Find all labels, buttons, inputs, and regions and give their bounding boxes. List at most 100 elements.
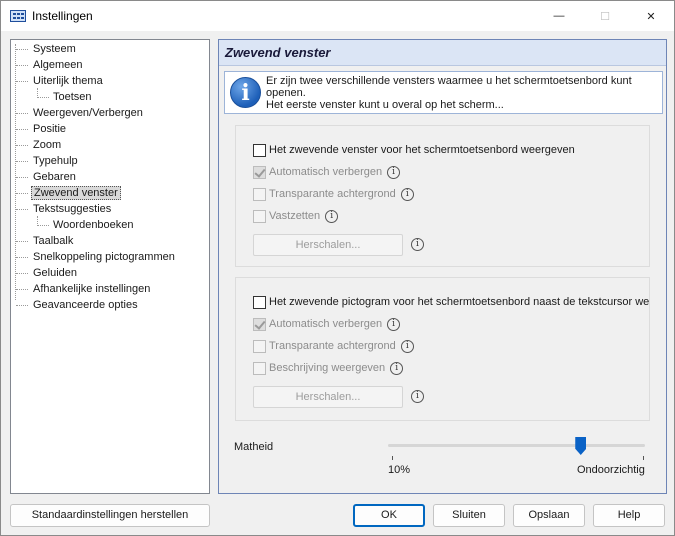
settings-panel: Zwevend venster i Er zijn twee verschill… bbox=[218, 39, 667, 494]
tree-item[interactable]: Snelkoppeling pictogrammen bbox=[11, 250, 207, 265]
save-button[interactable]: Opslaan bbox=[513, 504, 585, 527]
tree-item-label: Weergeven/Verbergen bbox=[33, 107, 143, 119]
tree-connector bbox=[16, 241, 28, 242]
info-hint-icon[interactable]: i bbox=[390, 361, 404, 375]
info-line: openen. bbox=[266, 87, 306, 99]
checkbox-box bbox=[253, 209, 266, 223]
tree-item[interactable]: Typehulp bbox=[11, 154, 207, 169]
tree-item-label: Woordenboeken bbox=[53, 219, 134, 231]
tree-item[interactable]: Gebaren bbox=[11, 170, 207, 185]
ok-button[interactable]: OK bbox=[353, 504, 425, 527]
tree-item-label: Positie bbox=[33, 123, 67, 135]
opacity-label: Matheid bbox=[234, 441, 274, 453]
tree-item[interactable]: Positie bbox=[11, 122, 207, 137]
settings-tree[interactable]: Systeem Algemeen Uiterlijk thema Toetsen Wee… bbox=[10, 39, 210, 494]
tree-item[interactable]: Zoom bbox=[11, 138, 207, 153]
tree-subline bbox=[37, 88, 38, 98]
tree-connector bbox=[16, 161, 28, 162]
tree-connector bbox=[16, 145, 28, 146]
tree-item[interactable]: Zwevend venster bbox=[11, 186, 207, 201]
tree-connector bbox=[16, 305, 28, 306]
tree-connector bbox=[16, 193, 28, 194]
opacity-slider-track[interactable] bbox=[388, 444, 645, 447]
info-hint-icon[interactable]: i bbox=[400, 339, 414, 353]
info-icon: i bbox=[230, 77, 261, 108]
title-bar[interactable]: Instellingen — ☐ ✕ bbox=[1, 1, 674, 31]
info-hint-icon[interactable]: i bbox=[400, 187, 414, 201]
close-icon: ✕ bbox=[646, 10, 656, 23]
info-hint-icon[interactable]: i bbox=[411, 390, 424, 403]
window-title: Instellingen bbox=[32, 9, 93, 23]
opacity-max-label: Ondoorzichtig bbox=[577, 464, 645, 476]
tree-connector bbox=[16, 49, 28, 50]
opacity-slider-thumb[interactable] bbox=[575, 437, 587, 455]
tree-item[interactable]: Toetsen bbox=[11, 90, 207, 105]
tree-connector bbox=[16, 289, 28, 290]
checkbox-box bbox=[253, 339, 266, 353]
tree-item-label: Typehulp bbox=[33, 155, 78, 167]
tree-item-label: Afhankelijke instellingen bbox=[33, 283, 151, 295]
maximize-button: ☐ bbox=[582, 1, 628, 31]
tree-item[interactable]: Taalbalk bbox=[11, 234, 207, 249]
tree-item[interactable]: Systeem bbox=[11, 42, 207, 57]
tree-item[interactable]: Weergeven/Verbergen bbox=[11, 106, 207, 121]
info-hint-icon[interactable]: i bbox=[387, 165, 401, 179]
checkbox-label: Het zwevende venster voor het schermtoet… bbox=[269, 144, 575, 156]
tree-connector bbox=[16, 129, 28, 130]
checkbox-label: Transparante achtergrond bbox=[269, 340, 396, 352]
info-text: Er zijn twee verschillende vensters waar… bbox=[266, 75, 656, 111]
checkbox-label: Beschrijving weergeven bbox=[269, 362, 386, 374]
tree-item-label: Algemeen bbox=[33, 59, 83, 71]
tree-connector bbox=[16, 65, 28, 66]
checkbox-box[interactable] bbox=[253, 295, 266, 309]
tree-item[interactable]: Geavanceerde opties bbox=[11, 298, 207, 313]
tree-item[interactable]: Woordenboeken bbox=[11, 218, 207, 233]
minimize-button[interactable]: — bbox=[536, 1, 582, 31]
checkbox-label: Automatisch verbergen bbox=[269, 166, 383, 178]
tree-subline bbox=[37, 216, 38, 226]
checkbox-box bbox=[253, 187, 266, 201]
info-hint-icon[interactable]: i bbox=[411, 238, 424, 251]
opacity-min-label: 10% bbox=[388, 464, 411, 476]
tree-item-label: Tekstsuggesties bbox=[33, 203, 112, 215]
tree-item[interactable]: Geluiden bbox=[11, 266, 207, 281]
show-floating-icon-checkbox[interactable]: Het zwevende pictogram voor het schermto… bbox=[253, 294, 649, 310]
transparent-background-checkbox: Transparante achtergrond i bbox=[253, 338, 414, 354]
tree-item[interactable]: Afhankelijke instellingen bbox=[11, 282, 207, 297]
info-hint-icon[interactable]: i bbox=[325, 209, 339, 223]
tree-connector bbox=[16, 81, 28, 82]
slider-tick-max bbox=[643, 456, 644, 460]
checkbox-label: Automatisch verbergen bbox=[269, 318, 383, 330]
checkbox-box bbox=[253, 317, 266, 331]
auto-hide-checkbox: Automatisch verbergen i bbox=[253, 164, 401, 180]
tree-connector bbox=[16, 113, 28, 114]
tree-item[interactable]: Algemeen bbox=[11, 58, 207, 73]
tree-item-label: Zwevend venster bbox=[31, 186, 121, 200]
tree-item-label: Systeem bbox=[33, 43, 76, 55]
close-dialog-button[interactable]: Sluiten bbox=[433, 504, 505, 527]
resize-button: Herschalen... bbox=[253, 234, 403, 256]
tree-item-label: Snelkoppeling pictogrammen bbox=[33, 251, 175, 263]
minimize-icon: — bbox=[553, 10, 565, 22]
checkbox-box bbox=[253, 165, 266, 179]
tree-item[interactable]: Uiterlijk thema bbox=[11, 74, 207, 89]
checkbox-label: Transparante achtergrond bbox=[269, 188, 396, 200]
auto-hide-checkbox: Automatisch verbergen i bbox=[253, 316, 401, 332]
info-box: i Er zijn twee verschillende vensters wa… bbox=[224, 71, 663, 114]
show-description-checkbox: Beschrijving weergeven i bbox=[253, 360, 404, 376]
restore-defaults-button[interactable]: Standaardinstellingen herstellen bbox=[10, 504, 210, 527]
close-button[interactable]: ✕ bbox=[628, 1, 674, 31]
tree-item-label: Gebaren bbox=[33, 171, 76, 183]
checkbox-label: Vastzetten bbox=[269, 210, 321, 222]
show-floating-window-checkbox[interactable]: Het zwevende venster voor het schermtoet… bbox=[253, 142, 575, 158]
checkbox-box[interactable] bbox=[253, 143, 266, 157]
slider-tick-min bbox=[392, 456, 393, 460]
info-hint-icon[interactable]: i bbox=[387, 317, 401, 331]
pin-checkbox: Vastzetten i bbox=[253, 208, 339, 224]
maximize-icon: ☐ bbox=[600, 10, 610, 23]
tree-connector bbox=[16, 273, 28, 274]
floating-icon-group: Het zwevende pictogram voor het schermto… bbox=[235, 277, 650, 421]
tree-item[interactable]: Tekstsuggesties bbox=[11, 202, 207, 217]
checkbox-box bbox=[253, 361, 266, 375]
help-button[interactable]: Help bbox=[593, 504, 665, 527]
